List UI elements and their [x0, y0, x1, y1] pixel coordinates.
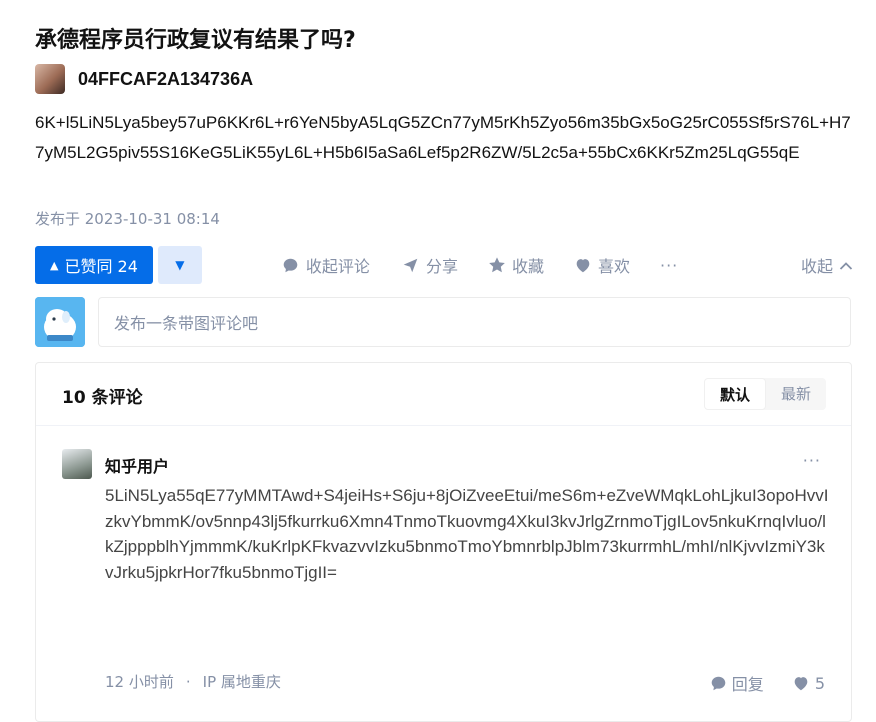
comment-count: 10 条评论: [62, 388, 143, 408]
author-avatar[interactable]: [35, 64, 65, 94]
reply-icon: [710, 675, 727, 692]
answer-actions: ▲ 已赞同 24 ▼ 收起评论 分享 收藏 喜欢 ··· 收起: [35, 245, 853, 285]
answer-page: 承德程序员行政复议有结果了吗? 04FFCAF2A134736A 6K+l5Li…: [0, 0, 876, 722]
triangle-down-icon: ▼: [175, 258, 185, 272]
reply-label: 回复: [731, 675, 764, 694]
like-label: 喜欢: [597, 257, 630, 276]
comment-input[interactable]: 发布一条带图评论吧: [98, 297, 851, 347]
sort-default-tab[interactable]: 默认: [703, 378, 766, 410]
favorite-button[interactable]: 收藏: [488, 253, 544, 277]
comment-more-button[interactable]: ···: [803, 451, 821, 470]
upvote-label: 已赞同 24: [64, 257, 138, 276]
comment-text: 5LiN5Lya55qE77yMMTAwd+S4jeiHs+S6ju+8jOiZ…: [105, 486, 829, 582]
comment-meta: 12 小时前 · IP 属地重庆: [105, 671, 281, 692]
reply-button[interactable]: 回复: [710, 671, 764, 695]
comment-ip-location: IP 属地重庆: [202, 673, 281, 691]
collapse-button[interactable]: 收起: [801, 253, 853, 277]
share-label: 分享: [425, 257, 458, 276]
comment-toggle-label: 收起评论: [305, 257, 370, 276]
author-name[interactable]: 04FFCAF2A134736A: [78, 69, 253, 90]
current-user-avatar: [35, 297, 85, 347]
heart-icon: [792, 674, 810, 692]
favorite-label: 收藏: [511, 257, 544, 276]
share-button[interactable]: 分享: [402, 253, 458, 277]
chevron-up-icon: [839, 256, 853, 275]
share-icon: [402, 256, 420, 274]
answer-content: 6K+l5LiN5Lya5bey57uP6KKr6L+r6YeN5byA5LqG…: [35, 113, 851, 162]
comment-like-button[interactable]: 5: [792, 674, 825, 693]
meta-separator: ·: [185, 672, 191, 691]
more-actions-button[interactable]: ···: [660, 256, 678, 275]
collapse-label: 收起: [800, 257, 833, 276]
comments-section: 10 条评论 默认 最新 知乎用户 ··· 5LiN5Lya55qE77yMMT…: [35, 362, 852, 722]
commenter-name[interactable]: 知乎用户: [105, 453, 169, 477]
star-icon: [488, 256, 506, 274]
publish-time: 发布于 2023-10-31 08:14: [35, 210, 220, 228]
comment-icon: [282, 256, 300, 274]
author-info: 04FFCAF2A134736A: [35, 64, 253, 94]
comment-time: 12 小时前: [105, 673, 174, 691]
heart-icon: [574, 256, 592, 274]
comment-like-count: 5: [814, 673, 825, 693]
sort-latest-tab[interactable]: 最新: [766, 378, 826, 410]
comment-actions: 回复 5: [682, 671, 825, 695]
like-button[interactable]: 喜欢: [574, 253, 630, 277]
comments-header: 10 条评论 默认 最新: [36, 363, 851, 426]
upvote-button[interactable]: ▲ 已赞同 24: [35, 246, 153, 284]
downvote-button[interactable]: ▼: [157, 246, 202, 284]
commenter-avatar[interactable]: [62, 449, 92, 479]
comment-sort: 默认 最新: [703, 378, 826, 410]
triangle-up-icon: ▲: [50, 258, 59, 272]
question-title[interactable]: 承德程序员行政复议有结果了吗?: [35, 22, 356, 54]
comment-toggle-button[interactable]: 收起评论: [282, 253, 370, 277]
